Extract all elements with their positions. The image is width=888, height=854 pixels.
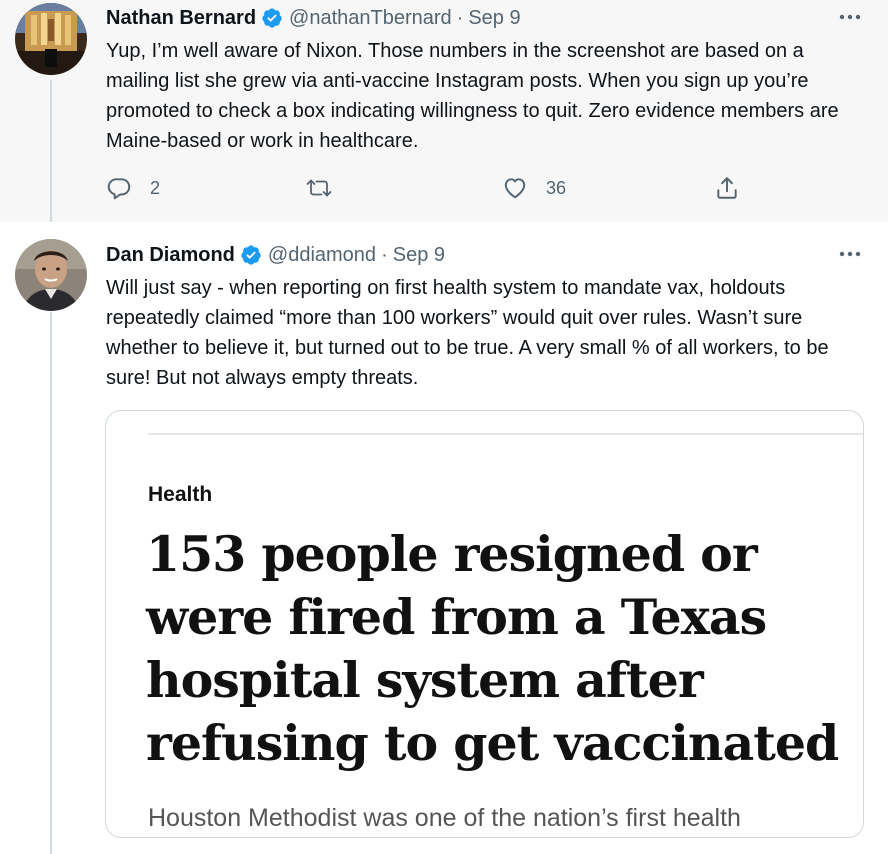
author-handle[interactable]: @nathanTbernard — [289, 6, 452, 30]
article-section-label: Health — [148, 483, 213, 506]
author-handle[interactable]: @ddiamond — [268, 243, 376, 267]
article-headline: 153 people resigned or were fired from a… — [146, 525, 839, 772]
avatar[interactable] — [15, 3, 87, 75]
tweet-text: Yup, I’m well aware of Nixon. Those numb… — [106, 40, 839, 152]
like-count: 36 — [546, 177, 567, 198]
card-divider — [148, 433, 863, 435]
article-image-card[interactable]: Health 153 people resigned or were fired… — [105, 410, 864, 838]
tweet-text: Will just say - when reporting on first … — [106, 277, 829, 389]
thread-connector-line — [50, 312, 52, 854]
share-button[interactable] — [714, 172, 740, 204]
more-options-icon[interactable] — [838, 249, 862, 259]
thread-connector-line — [50, 80, 52, 222]
author-name[interactable]: Dan Diamond — [106, 243, 235, 267]
separator-dot: · — [456, 7, 464, 29]
heart-icon — [502, 175, 528, 201]
tweet-timestamp[interactable]: Sep 9 — [468, 6, 520, 30]
verified-badge-icon — [240, 244, 262, 266]
separator-dot: · — [381, 244, 388, 266]
like-button[interactable]: 36 — [502, 172, 566, 204]
tweet-header: Nathan Bernard @nathanTbernard · Sep 9 — [106, 6, 521, 30]
verified-badge-icon — [261, 7, 283, 29]
tweet-actions: 2 36 — [106, 172, 756, 204]
retweet-button[interactable] — [305, 172, 333, 204]
tweet-timestamp[interactable]: Sep 9 — [393, 243, 445, 267]
tweet-dan-diamond[interactable]: Dan Diamond @ddiamond · Sep 9 Will just … — [0, 222, 888, 854]
tweet-header: Dan Diamond @ddiamond · Sep 9 — [106, 243, 445, 267]
reply-button[interactable]: 2 — [106, 172, 160, 204]
reply-icon — [106, 175, 132, 201]
author-name[interactable]: Nathan Bernard — [106, 6, 256, 30]
more-options-icon[interactable] — [838, 12, 862, 22]
tweet-nathan-bernard[interactable]: Nathan Bernard @nathanTbernard · Sep 9 Y… — [0, 0, 888, 222]
article-subtext: Houston Methodist was one of the nation’… — [148, 804, 741, 832]
share-icon — [714, 175, 740, 201]
retweet-icon — [305, 175, 333, 201]
avatar[interactable] — [15, 239, 87, 311]
reply-count: 2 — [150, 177, 161, 198]
